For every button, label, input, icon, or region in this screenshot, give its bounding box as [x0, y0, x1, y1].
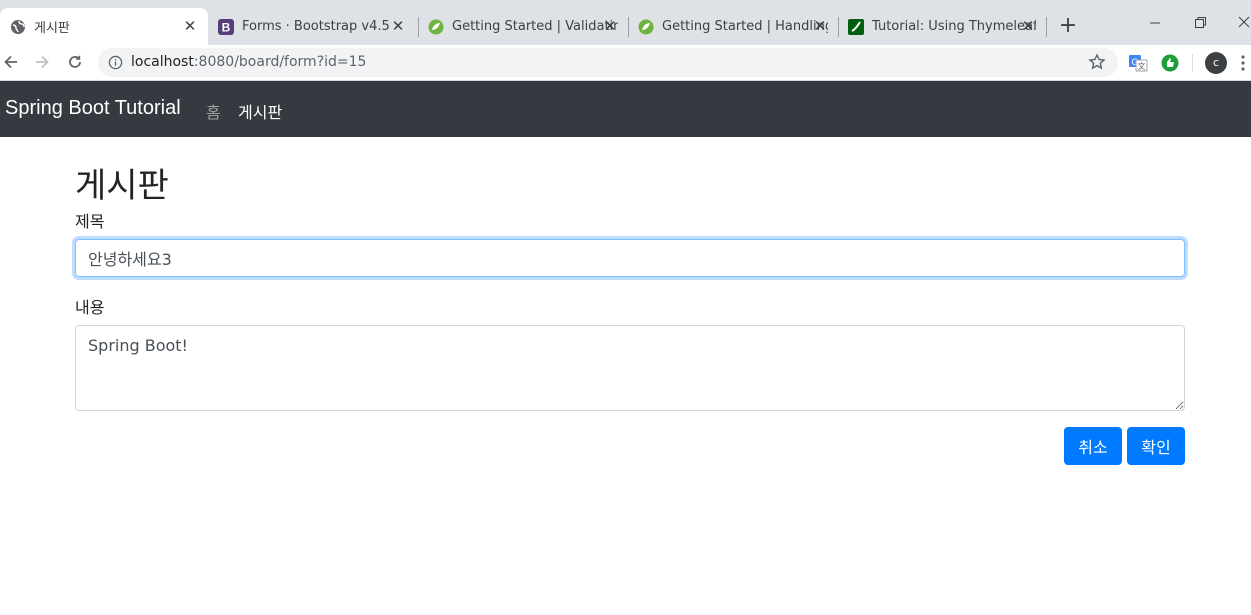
- content-label: 내용: [75, 298, 105, 317]
- svg-text:文: 文: [1138, 61, 1146, 71]
- bookmark-star-icon[interactable]: [1088, 53, 1106, 71]
- thymeleaf-icon: [848, 18, 864, 35]
- tab-title: Tutorial: Using Thymeleaf: [872, 19, 1036, 34]
- address-bar[interactable]: localhost:8080/board/form?id=15: [98, 48, 1118, 77]
- tab-separator: [1046, 17, 1047, 37]
- tab-thymeleaf[interactable]: Tutorial: Using Thymeleaf ✕: [838, 8, 1046, 45]
- url-path: :8080/board/form?id=15: [193, 54, 367, 70]
- green-extension-icon[interactable]: [1160, 53, 1180, 73]
- reload-icon: [69, 55, 81, 68]
- spring-leaf-icon: [428, 19, 444, 35]
- arrow-left-icon: [4, 55, 17, 69]
- tab-spring-handling[interactable]: Getting Started | Handling ✕: [628, 8, 838, 45]
- bootstrap-letter: B: [222, 20, 231, 34]
- tab-board[interactable]: 게시판 ✕: [0, 8, 208, 45]
- close-icon[interactable]: ✕: [182, 17, 198, 35]
- restore-icon: [1195, 17, 1206, 28]
- restore-button[interactable]: [1190, 12, 1210, 32]
- tab-title: Getting Started | Handling: [662, 19, 828, 34]
- info-icon[interactable]: [108, 55, 123, 70]
- translate-extension-icon[interactable]: G文: [1128, 53, 1148, 73]
- close-icon[interactable]: ✕: [1020, 17, 1036, 35]
- arrow-right-icon: [36, 55, 49, 69]
- toolbar-divider: [1192, 54, 1193, 72]
- close-icon[interactable]: ✕: [602, 17, 618, 35]
- browser-tab-strip: 게시판 ✕ B Forms · Bootstrap v4.5 ✕ Getting…: [0, 0, 1251, 45]
- tab-title: Forms · Bootstrap v4.5: [242, 19, 390, 34]
- nav-item-board[interactable]: 게시판: [238, 99, 282, 123]
- back-button[interactable]: [0, 51, 22, 73]
- page-title: 게시판: [75, 166, 169, 206]
- menu-kebab-icon[interactable]: [1240, 54, 1246, 72]
- site-navbar: Spring Boot Tutorial 홈 게시판: [0, 81, 1251, 137]
- title-label: 제목: [75, 212, 105, 231]
- url-host: localhost: [131, 54, 194, 70]
- forward-button[interactable]: [31, 51, 53, 73]
- tab-spring-validating[interactable]: Getting Started | Validating ✕: [418, 8, 628, 45]
- url-text: localhost:8080/board/form?id=15: [131, 54, 366, 70]
- close-window-icon: [1238, 16, 1250, 28]
- reload-button[interactable]: [64, 51, 86, 73]
- content-textarea[interactable]: Spring Boot!: [75, 325, 1185, 411]
- tab-bootstrap-forms[interactable]: B Forms · Bootstrap v4.5 ✕: [208, 8, 416, 45]
- spring-leaf-icon: [638, 19, 654, 35]
- navbar-brand[interactable]: Spring Boot Tutorial: [5, 97, 181, 120]
- title-input[interactable]: [75, 239, 1185, 277]
- submit-button[interactable]: 확인: [1127, 427, 1185, 465]
- tab-title: 게시판: [34, 21, 70, 36]
- profile-avatar[interactable]: c: [1205, 52, 1227, 74]
- minimize-button[interactable]: [1145, 12, 1165, 32]
- new-tab-button[interactable]: +: [1058, 15, 1078, 37]
- tab-title: Getting Started | Validating: [452, 19, 618, 34]
- nav-item-home[interactable]: 홈: [206, 99, 221, 123]
- browser-toolbar: localhost:8080/board/form?id=15 G文 c: [0, 45, 1251, 81]
- minimize-icon: [1150, 22, 1160, 24]
- bootstrap-icon: B: [218, 18, 234, 35]
- close-icon[interactable]: ✕: [390, 17, 406, 35]
- globe-icon: [10, 19, 26, 35]
- window-close-button[interactable]: [1234, 12, 1251, 32]
- close-icon[interactable]: ✕: [812, 17, 828, 35]
- cancel-button[interactable]: 취소: [1064, 427, 1122, 465]
